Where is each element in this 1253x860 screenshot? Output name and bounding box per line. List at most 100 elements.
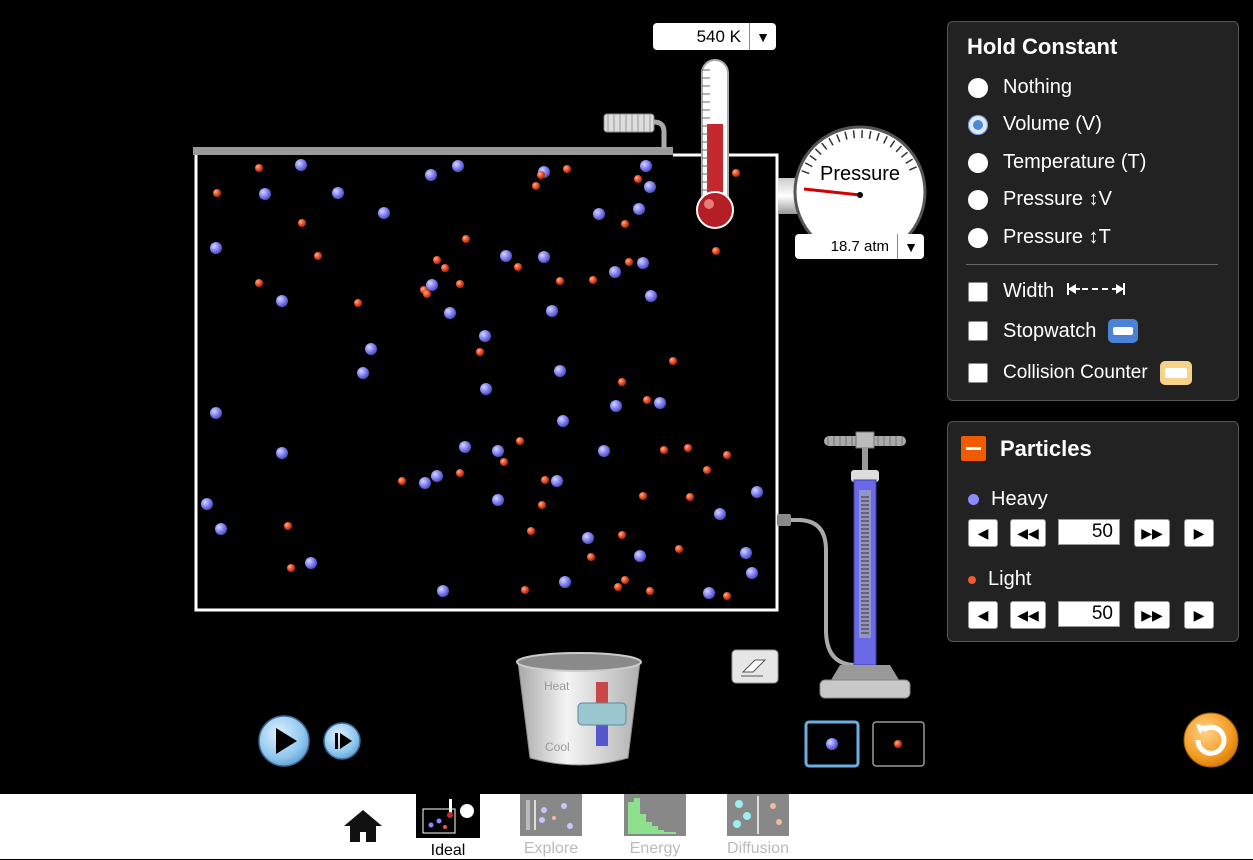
light-particle [723,451,731,459]
heavy-particle [557,415,569,427]
container-lid[interactable] [193,147,673,155]
light-row: Light [968,568,1031,591]
lid-handle[interactable] [604,114,654,132]
heavy-particle [609,266,621,278]
heavy-decrement-button[interactable]: ◀ [968,519,998,547]
heavy-decrement-10-button[interactable]: ◀◀ [1010,519,1046,547]
tab-diffusion[interactable]: Diffusion [726,794,790,858]
heat-label: Heat [544,679,570,693]
radio-label: Pressure ↕T [1003,226,1111,249]
heavy-particle [654,397,666,409]
hold-constant-option-3[interactable]: Pressure ↕V [968,188,1112,211]
light-particle [686,493,694,501]
temperature-combo[interactable]: 540 K ▼ [653,23,776,50]
collision-counter-label: Collision Counter [1003,362,1148,384]
heavy-increment-10-button[interactable]: ▶▶ [1134,519,1170,547]
light-increment-10-button[interactable]: ▶▶ [1134,601,1170,629]
radio-button[interactable] [968,153,988,173]
dropdown-arrow-icon[interactable]: ▼ [749,23,776,50]
light-particle [646,587,654,595]
heavy-particle [479,330,491,342]
heavy-particle [437,585,449,597]
heavy-particle [551,475,563,487]
light-particle [433,256,441,264]
cool-label: Cool [545,740,570,754]
home-icon[interactable] [342,808,384,849]
heavy-particle [452,160,464,172]
light-particle [712,247,720,255]
tab-diffusion-label: Diffusion [726,840,790,858]
hold-constant-option-1[interactable]: Volume (V) [968,113,1102,136]
heavy-particle [378,207,390,219]
heavy-particle [459,441,471,453]
collision-counter-checkbox[interactable] [968,363,988,383]
light-increment-button[interactable]: ▶ [1184,601,1214,629]
play-button[interactable] [259,716,309,766]
stopwatch-checkbox[interactable] [968,321,988,341]
heavy-particle [332,187,344,199]
heavy-particle [357,367,369,379]
divider [966,264,1218,265]
light-particle [527,527,535,535]
light-decrement-button[interactable]: ◀ [968,601,998,629]
light-count-field[interactable]: 50 [1058,601,1120,627]
hold-constant-option-2[interactable]: Temperature (T) [968,151,1146,174]
light-particle-icon [968,576,976,584]
heavy-label: Heavy [991,488,1048,511]
thermometer [697,60,733,228]
tab-ideal[interactable]: Ideal [416,794,480,860]
light-particle [287,564,295,572]
heavy-particle [201,498,213,510]
heavy-particle [714,508,726,520]
radio-button[interactable] [968,228,988,248]
radio-button[interactable] [968,190,988,210]
light-particle [675,545,683,553]
heavy-particle [740,547,752,559]
light-particle [298,219,306,227]
collision-counter-checkbox-row[interactable]: Collision Counter [968,361,1192,385]
width-checkbox[interactable] [968,282,988,302]
heavy-particle [746,567,758,579]
light-particle [621,576,629,584]
radio-label: Pressure ↕V [1003,188,1112,211]
radio-button[interactable] [968,115,988,135]
light-particle [354,299,362,307]
light-particle [456,469,464,477]
pressure-value: 18.7 atm [795,238,897,255]
minus-icon[interactable] [961,436,986,461]
light-particle [589,276,597,284]
width-checkbox-row[interactable]: Width [968,280,1126,303]
light-particle [660,446,668,454]
heavy-particle [633,203,645,215]
light-particle [684,444,692,452]
dropdown-arrow-icon[interactable]: ▼ [897,234,924,259]
heavy-particle [492,494,504,506]
heavy-increment-button[interactable]: ▶ [1184,519,1214,547]
light-particle [625,258,633,266]
heater-cooler[interactable]: Heat Cool [517,653,641,765]
light-particle [500,458,508,466]
hold-constant-option-4[interactable]: Pressure ↕T [968,226,1111,249]
heavy-particle [425,169,437,181]
hold-constant-option-0[interactable]: Nothing [968,76,1072,99]
stopwatch-icon [1108,319,1138,343]
step-button[interactable] [324,723,360,759]
heavy-particle [500,250,512,262]
light-particle [441,264,449,272]
tab-explore-label: Explore [519,840,583,858]
tab-explore[interactable]: Explore [519,794,583,858]
heavy-particle [492,445,504,457]
light-decrement-10-button[interactable]: ◀◀ [1010,601,1046,629]
heavy-count-field[interactable]: 50 [1058,519,1120,545]
eraser-button[interactable] [732,650,778,683]
pressure-combo[interactable]: 18.7 atm ▼ [795,234,924,259]
radio-button[interactable] [968,78,988,98]
heavy-particle [276,447,288,459]
heavy-particle-selector[interactable] [806,722,858,766]
heavy-particle [210,242,222,254]
stopwatch-checkbox-row[interactable]: Stopwatch [968,319,1138,343]
reset-all-button[interactable] [1184,713,1238,767]
tab-energy[interactable]: Energy [623,794,687,858]
light-particle-selector[interactable] [873,722,924,766]
light-particle [314,252,322,260]
